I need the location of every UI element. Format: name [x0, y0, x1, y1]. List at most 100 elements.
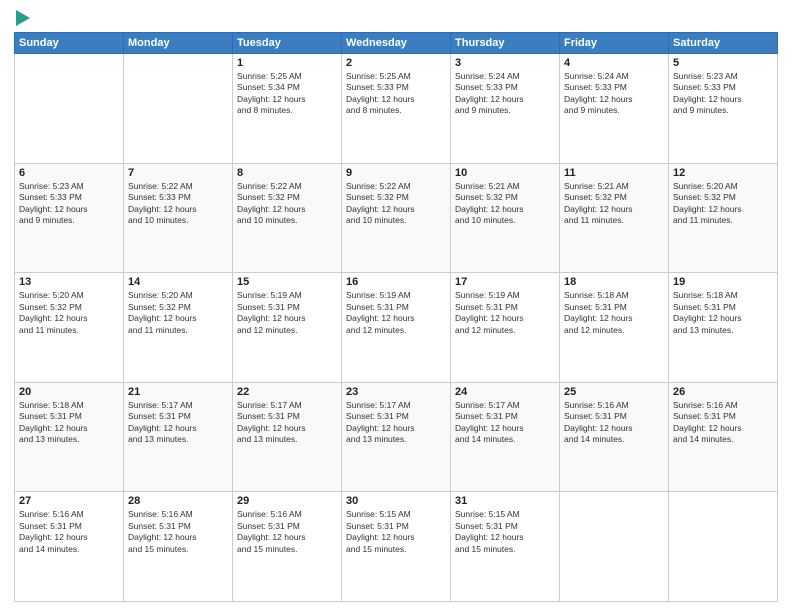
calendar-cell — [124, 54, 233, 164]
calendar-week-row: 27 Sunrise: 5:16 AM Sunset: 5:31 PM Dayli… — [15, 492, 778, 602]
calendar-cell: 6 Sunrise: 5:23 AM Sunset: 5:33 PM Daylig… — [15, 163, 124, 273]
day-info: Sunrise: 5:22 AM Sunset: 5:32 PM Dayligh… — [346, 181, 446, 227]
calendar-cell: 23Sunrise: 5:17 AM Sunset: 5:31 PM Dayli… — [342, 382, 451, 492]
calendar-cell: 2 Sunrise: 5:25 AM Sunset: 5:33 PM Daylig… — [342, 54, 451, 164]
calendar-cell: 22 Sunrise: 5:17 AM Sunset: 5:31 PM Dayli… — [233, 382, 342, 492]
calendar-cell: 19Sunrise: 5:18 AM Sunset: 5:31 PM Dayli… — [669, 273, 778, 383]
day-info: Sunrise: 5:24 AM Sunset: 5:33 PM Dayligh… — [564, 71, 664, 117]
calendar-week-row: 13 Sunrise: 5:20 AM Sunset: 5:32 PM Dayli… — [15, 273, 778, 383]
day-info: Sunrise: 5:21 AM Sunset: 5:32 PM Dayligh… — [564, 181, 664, 227]
calendar-cell: 12Sunrise: 5:20 AM Sunset: 5:32 PM Dayli… — [669, 163, 778, 273]
calendar-cell: 28 Sunrise: 5:16 AM Sunset: 5:31 PM Dayli… — [124, 492, 233, 602]
day-info: Sunrise: 5:24 AM Sunset: 5:33 PM Dayligh… — [455, 71, 555, 117]
weekday-header-thursday: Thursday — [451, 33, 560, 54]
day-info: Sunrise: 5:16 AM Sunset: 5:31 PM Dayligh… — [237, 509, 337, 555]
day-info: Sunrise: 5:19 AM Sunset: 5:31 PM Dayligh… — [455, 290, 555, 336]
logo-text — [14, 10, 30, 26]
calendar-cell: 26 Sunrise: 5:16 AM Sunset: 5:31 PM Dayli… — [669, 382, 778, 492]
day-info: Sunrise: 5:16 AM Sunset: 5:31 PM Dayligh… — [128, 509, 228, 555]
day-info: Sunrise: 5:22 AM Sunset: 5:32 PM Dayligh… — [237, 181, 337, 227]
day-number: 26 — [673, 386, 773, 398]
day-number: 14 — [128, 276, 228, 288]
day-info: Sunrise: 5:25 AM Sunset: 5:33 PM Dayligh… — [346, 71, 446, 117]
calendar-cell: 8 Sunrise: 5:22 AM Sunset: 5:32 PM Daylig… — [233, 163, 342, 273]
calendar-cell: 5 Sunrise: 5:23 AM Sunset: 5:33 PM Daylig… — [669, 54, 778, 164]
day-number: 1 — [237, 57, 337, 69]
day-info: Sunrise: 5:19 AM Sunset: 5:31 PM Dayligh… — [237, 290, 337, 336]
day-number: 23 — [346, 386, 446, 398]
calendar-cell — [560, 492, 669, 602]
calendar-cell: 3Sunrise: 5:24 AM Sunset: 5:33 PM Daylig… — [451, 54, 560, 164]
calendar-cell: 24Sunrise: 5:17 AM Sunset: 5:31 PM Dayli… — [451, 382, 560, 492]
day-info: Sunrise: 5:18 AM Sunset: 5:31 PM Dayligh… — [564, 290, 664, 336]
day-number: 6 — [19, 167, 119, 179]
calendar-cell: 11 Sunrise: 5:21 AM Sunset: 5:32 PM Dayli… — [560, 163, 669, 273]
day-number: 15 — [237, 276, 337, 288]
day-number: 8 — [237, 167, 337, 179]
calendar-cell: 1 Sunrise: 5:25 AM Sunset: 5:34 PM Daylig… — [233, 54, 342, 164]
day-number: 10 — [455, 167, 555, 179]
day-info: Sunrise: 5:20 AM Sunset: 5:32 PM Dayligh… — [19, 290, 119, 336]
day-number: 16 — [346, 276, 446, 288]
weekday-header-tuesday: Tuesday — [233, 33, 342, 54]
day-info: Sunrise: 5:15 AM Sunset: 5:31 PM Dayligh… — [455, 509, 555, 555]
day-number: 27 — [19, 495, 119, 507]
weekday-header-saturday: Saturday — [669, 33, 778, 54]
day-info: Sunrise: 5:16 AM Sunset: 5:31 PM Dayligh… — [673, 400, 773, 446]
day-info: Sunrise: 5:16 AM Sunset: 5:31 PM Dayligh… — [564, 400, 664, 446]
day-number: 13 — [19, 276, 119, 288]
day-number: 25 — [564, 386, 664, 398]
day-number: 9 — [346, 167, 446, 179]
weekday-header-wednesday: Wednesday — [342, 33, 451, 54]
day-info: Sunrise: 5:23 AM Sunset: 5:33 PM Dayligh… — [19, 181, 119, 227]
day-number: 2 — [346, 57, 446, 69]
calendar-cell: 14 Sunrise: 5:20 AM Sunset: 5:32 PM Dayli… — [124, 273, 233, 383]
logo — [14, 10, 30, 26]
calendar-cell: 16 Sunrise: 5:19 AM Sunset: 5:31 PM Dayli… — [342, 273, 451, 383]
day-info: Sunrise: 5:25 AM Sunset: 5:34 PM Dayligh… — [237, 71, 337, 117]
day-info: Sunrise: 5:21 AM Sunset: 5:32 PM Dayligh… — [455, 181, 555, 227]
day-info: Sunrise: 5:17 AM Sunset: 5:31 PM Dayligh… — [237, 400, 337, 446]
calendar-cell: 15 Sunrise: 5:19 AM Sunset: 5:31 PM Dayli… — [233, 273, 342, 383]
calendar-week-row: 6 Sunrise: 5:23 AM Sunset: 5:33 PM Daylig… — [15, 163, 778, 273]
weekday-header-sunday: Sunday — [15, 33, 124, 54]
calendar-cell: 29Sunrise: 5:16 AM Sunset: 5:31 PM Dayli… — [233, 492, 342, 602]
calendar-cell: 18Sunrise: 5:18 AM Sunset: 5:31 PM Dayli… — [560, 273, 669, 383]
calendar-cell: 9 Sunrise: 5:22 AM Sunset: 5:32 PM Daylig… — [342, 163, 451, 273]
day-info: Sunrise: 5:18 AM Sunset: 5:31 PM Dayligh… — [673, 290, 773, 336]
weekday-header-friday: Friday — [560, 33, 669, 54]
day-number: 30 — [346, 495, 446, 507]
day-info: Sunrise: 5:20 AM Sunset: 5:32 PM Dayligh… — [673, 181, 773, 227]
day-number: 17 — [455, 276, 555, 288]
day-info: Sunrise: 5:20 AM Sunset: 5:32 PM Dayligh… — [128, 290, 228, 336]
calendar-cell: 10 Sunrise: 5:21 AM Sunset: 5:32 PM Dayli… — [451, 163, 560, 273]
calendar-cell: 30 Sunrise: 5:15 AM Sunset: 5:31 PM Dayli… — [342, 492, 451, 602]
calendar-cell: 25 Sunrise: 5:16 AM Sunset: 5:31 PM Dayli… — [560, 382, 669, 492]
day-number: 4 — [564, 57, 664, 69]
calendar-cell: 4 Sunrise: 5:24 AM Sunset: 5:33 PM Daylig… — [560, 54, 669, 164]
day-info: Sunrise: 5:23 AM Sunset: 5:33 PM Dayligh… — [673, 71, 773, 117]
day-number: 5 — [673, 57, 773, 69]
day-number: 21 — [128, 386, 228, 398]
day-info: Sunrise: 5:15 AM Sunset: 5:31 PM Dayligh… — [346, 509, 446, 555]
calendar-week-row: 20 Sunrise: 5:18 AM Sunset: 5:31 PM Dayli… — [15, 382, 778, 492]
day-number: 22 — [237, 386, 337, 398]
calendar-table: SundayMondayTuesdayWednesdayThursdayFrid… — [14, 32, 778, 602]
calendar-cell: 31 Sunrise: 5:15 AM Sunset: 5:31 PM Dayli… — [451, 492, 560, 602]
day-number: 28 — [128, 495, 228, 507]
day-number: 20 — [19, 386, 119, 398]
calendar-week-row: 1 Sunrise: 5:25 AM Sunset: 5:34 PM Daylig… — [15, 54, 778, 164]
day-info: Sunrise: 5:19 AM Sunset: 5:31 PM Dayligh… — [346, 290, 446, 336]
day-number: 11 — [564, 167, 664, 179]
day-number: 31 — [455, 495, 555, 507]
calendar-cell: 20 Sunrise: 5:18 AM Sunset: 5:31 PM Dayli… — [15, 382, 124, 492]
logo-arrow-icon — [16, 10, 30, 26]
calendar-cell — [15, 54, 124, 164]
day-info: Sunrise: 5:17 AM Sunset: 5:31 PM Dayligh… — [455, 400, 555, 446]
day-info: Sunrise: 5:22 AM Sunset: 5:33 PM Dayligh… — [128, 181, 228, 227]
day-info: Sunrise: 5:17 AM Sunset: 5:31 PM Dayligh… — [128, 400, 228, 446]
calendar-cell: 27Sunrise: 5:16 AM Sunset: 5:31 PM Dayli… — [15, 492, 124, 602]
header — [14, 10, 778, 26]
day-info: Sunrise: 5:18 AM Sunset: 5:31 PM Dayligh… — [19, 400, 119, 446]
calendar-cell: 21 Sunrise: 5:17 AM Sunset: 5:31 PM Dayli… — [124, 382, 233, 492]
